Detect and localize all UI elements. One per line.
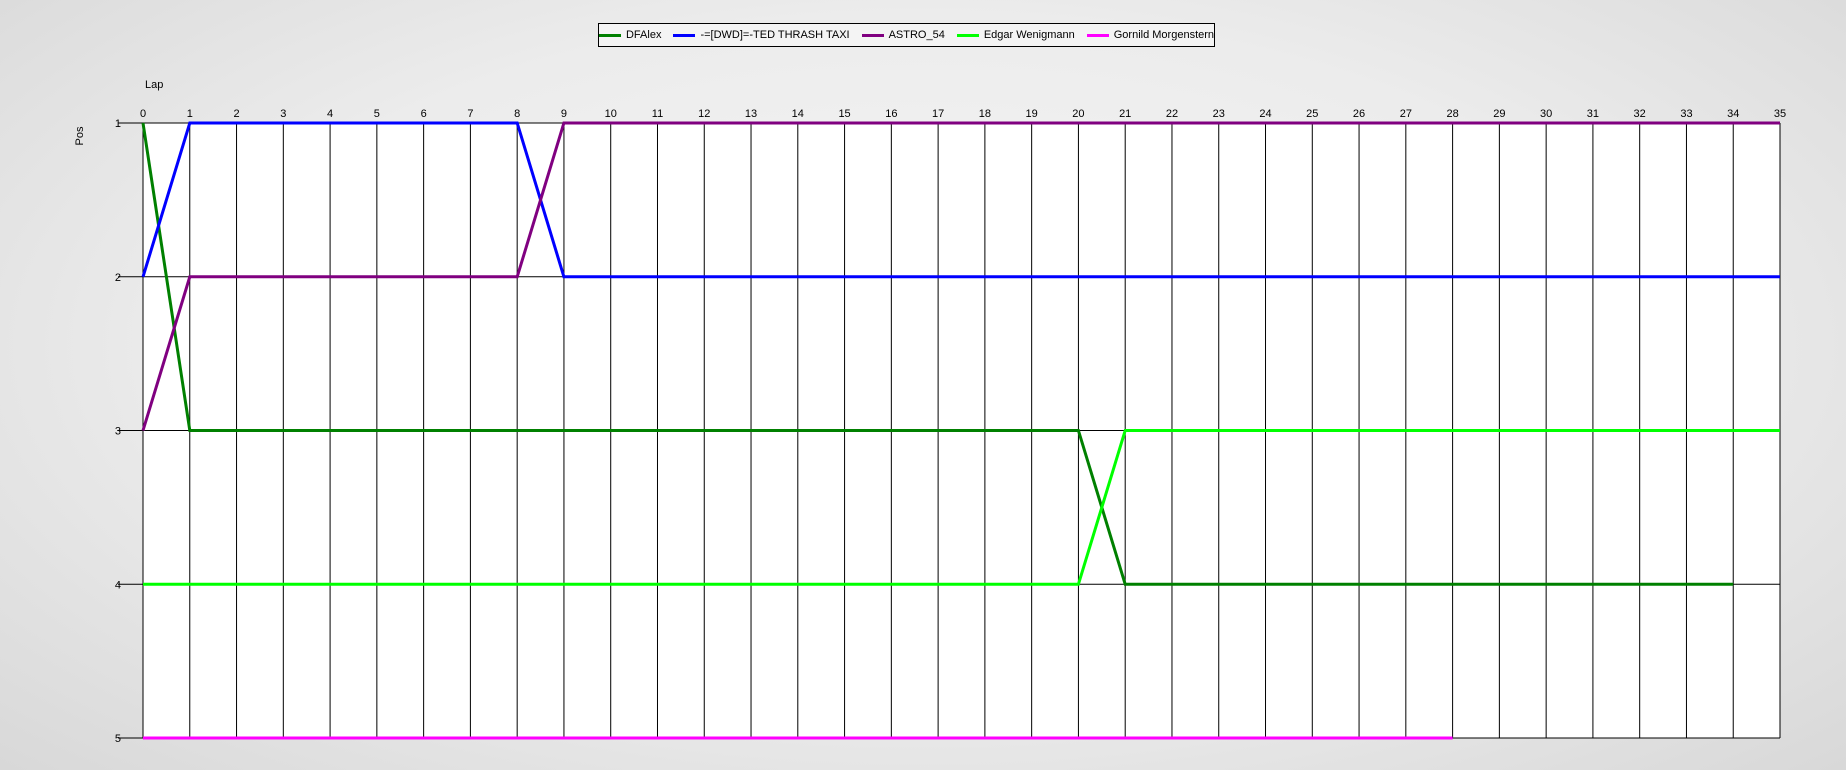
x-tick-label: 30: [1540, 108, 1552, 120]
x-tick-label: 17: [932, 108, 944, 120]
x-tick-label: 5: [374, 108, 380, 120]
x-tick-label: 21: [1119, 108, 1131, 120]
y-tick-label: 5: [115, 733, 121, 745]
y-tick-label: 4: [115, 579, 121, 591]
x-tick-label: 14: [792, 108, 804, 120]
x-tick-label: 10: [605, 108, 617, 120]
x-tick-label: 0: [140, 108, 146, 120]
x-tick-label: 1: [187, 108, 193, 120]
x-tick-label: 22: [1166, 108, 1178, 120]
x-tick-label: 31: [1587, 108, 1599, 120]
y-tick-label: 1: [115, 118, 121, 130]
x-tick-label: 13: [745, 108, 757, 120]
chart-svg: 0 1 2 3 4 5 6 7 8 9 10 11 12 13 14 15 16 17 18 19 20 21 22 23 24…: [74, 79, 1786, 745]
x-tick-label: 11: [652, 108, 663, 120]
x-axis-label: Lap: [145, 79, 163, 91]
x-tick-label: 29: [1493, 108, 1505, 120]
x-tick-label: 35: [1774, 108, 1786, 120]
x-tick-label: 20: [1072, 108, 1084, 120]
x-tick-label: 34: [1727, 108, 1739, 120]
x-tick-label: 27: [1400, 108, 1412, 120]
x-tick-label: 24: [1259, 108, 1271, 120]
x-tick-label: 33: [1680, 108, 1692, 120]
x-tick-label: 2: [233, 108, 239, 120]
x-tick-label: 8: [514, 108, 520, 120]
x-tick-label: 25: [1306, 108, 1318, 120]
x-tick-label: 32: [1634, 108, 1646, 120]
x-tick-label: 26: [1353, 108, 1365, 120]
x-tick-label: 9: [561, 108, 567, 120]
x-tick-label: 3: [280, 108, 286, 120]
lap-position-chart: DFAlex -=[DWD]=-TED THRASH TAXI ASTRO_54 Ed…: [0, 0, 1846, 770]
x-tick-label: 4: [327, 108, 333, 120]
x-tick-label: 18: [979, 108, 991, 120]
y-tick-label: 3: [115, 426, 121, 438]
x-tick-label: 15: [838, 108, 850, 120]
x-tick-label: 23: [1213, 108, 1225, 120]
x-tick-label: 12: [698, 108, 710, 120]
x-tick-label: 7: [467, 108, 473, 120]
x-tick-label: 16: [885, 108, 897, 120]
x-tick-label: 19: [1026, 108, 1038, 120]
y-axis-label: Pos: [74, 126, 86, 145]
y-tick-label: 2: [115, 272, 121, 284]
x-tick-label: 6: [421, 108, 427, 120]
x-tick-label: 28: [1446, 108, 1458, 120]
